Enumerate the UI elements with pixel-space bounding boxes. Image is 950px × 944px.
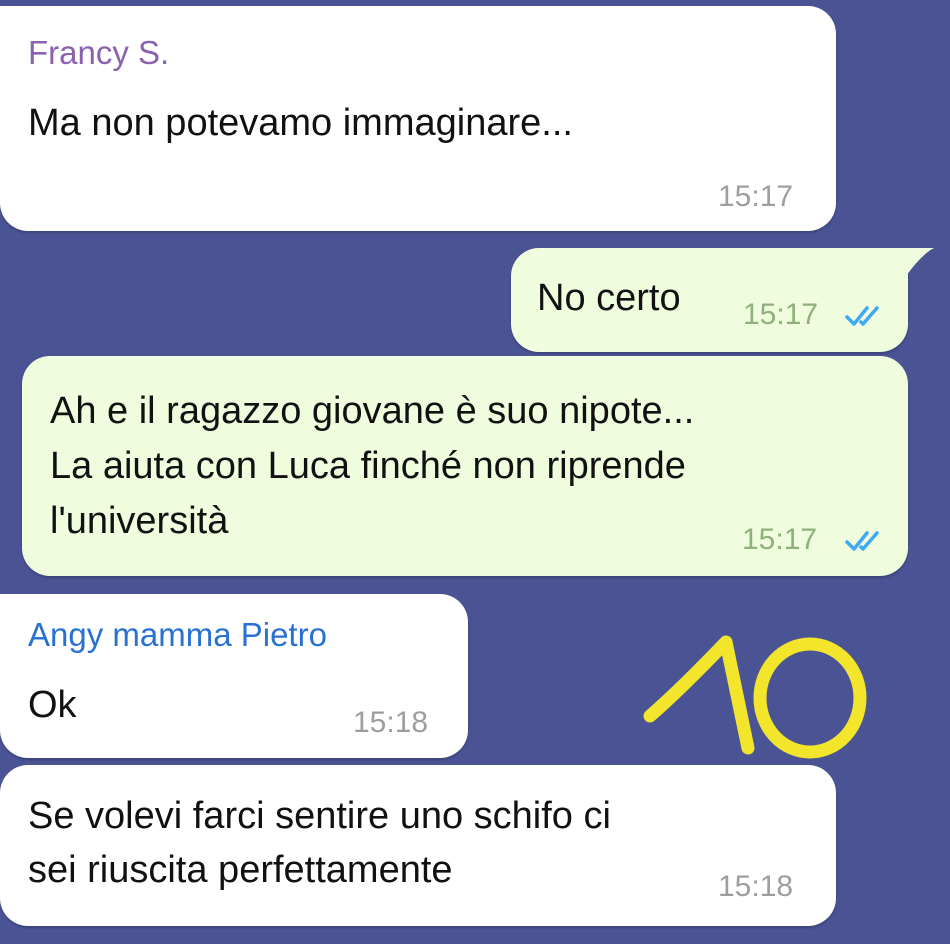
message-line: sei riuscita perfettamente [28, 849, 453, 891]
message-bubble-outgoing[interactable]: Ah e il ragazzo giovane è suo nipote... … [22, 356, 908, 576]
message-text: Ok [28, 684, 77, 726]
double-check-icon [845, 531, 879, 551]
sender-name[interactable]: Angy mamma Pietro [28, 616, 327, 654]
chat-area: Francy S. Ma non potevamo immaginare... … [0, 0, 950, 944]
message-line: l'università [50, 500, 229, 542]
sender-name[interactable]: Francy S. [28, 34, 169, 72]
message-time: 15:17 [742, 523, 818, 556]
bubble-tail [906, 248, 934, 276]
message-time: 15:18 [353, 706, 429, 739]
message-line: Se volevi farci sentire uno schifo ci [28, 795, 611, 837]
message-bubble-outgoing[interactable]: No certo 15:17 [511, 248, 908, 352]
message-text: No certo [537, 277, 681, 319]
message-time: 15:17 [718, 180, 794, 213]
message-bubble-incoming[interactable]: Se volevi farci sentire uno schifo ci se… [0, 765, 836, 926]
message-line: Ah e il ragazzo giovane è suo nipote... [50, 390, 695, 432]
double-check-icon [845, 306, 879, 326]
message-line: La aiuta con Luca finché non riprende [50, 445, 686, 487]
message-time: 15:17 [743, 298, 819, 331]
message-time: 15:18 [718, 870, 794, 903]
handwritten-ten-annotation [643, 635, 867, 759]
message-text: Ma non potevamo immaginare... [28, 102, 573, 144]
message-bubble-francy[interactable]: Francy S. Ma non potevamo immaginare... … [0, 6, 836, 231]
message-bubble-angy[interactable]: Angy mamma Pietro Ok 15:18 [0, 594, 468, 758]
